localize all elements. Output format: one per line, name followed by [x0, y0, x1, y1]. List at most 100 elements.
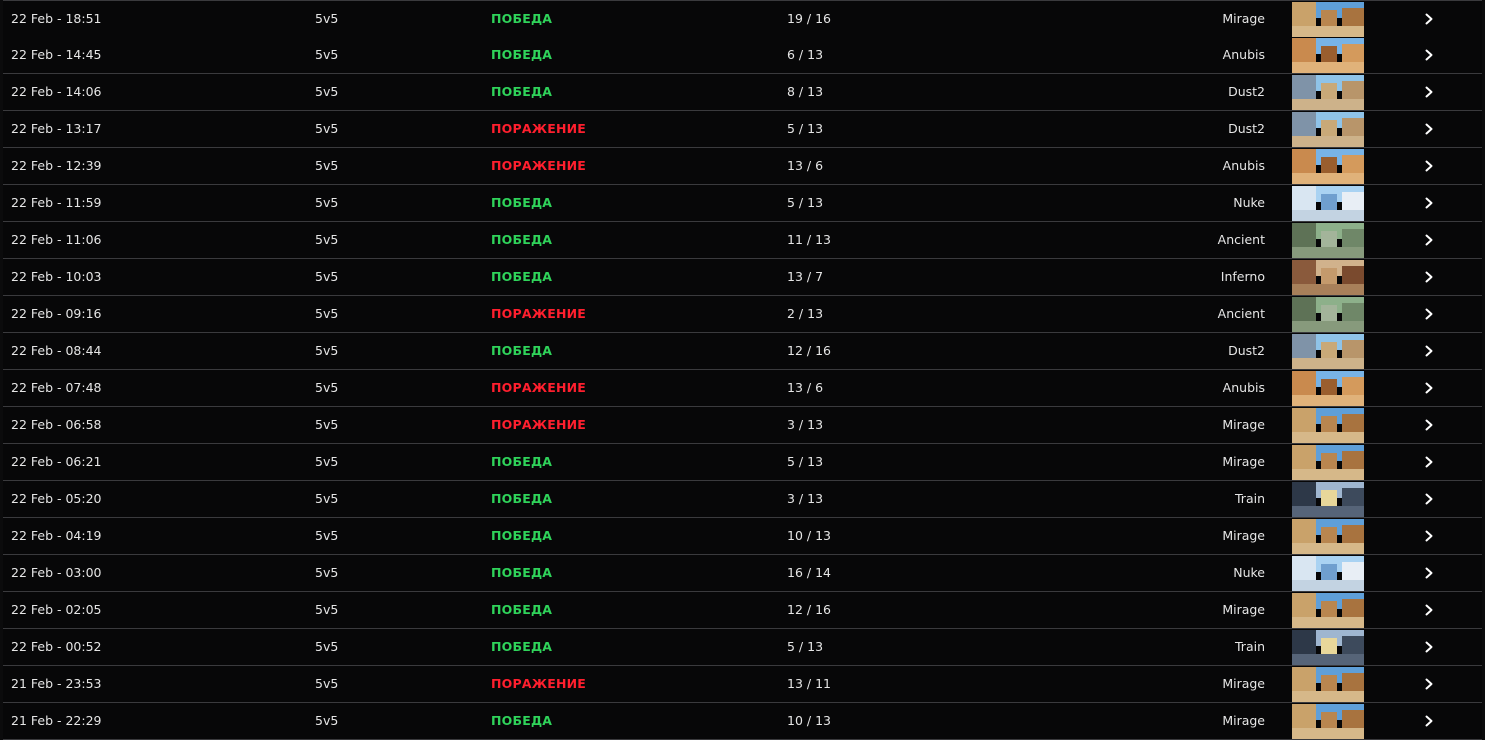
map-thumbnail: [1292, 112, 1364, 147]
match-row[interactable]: 22 Feb - 06:21 5v5 ПОБЕДА 5 / 13 Mirage: [3, 444, 1482, 481]
chevron-right-icon[interactable]: [1419, 111, 1439, 147]
match-row[interactable]: 21 Feb - 22:29 5v5 ПОБЕДА 10 / 13 Mirage: [3, 703, 1482, 740]
match-score: 19 / 16: [787, 11, 831, 26]
match-score: 6 / 13: [787, 47, 824, 62]
match-mode: 5v5: [315, 158, 339, 173]
chevron-right-icon[interactable]: [1419, 444, 1439, 480]
chevron-right-icon[interactable]: [1419, 333, 1439, 369]
map-name: Anubis: [1222, 47, 1265, 62]
match-date: 22 Feb - 05:20: [11, 491, 102, 506]
match-result: ПОБЕДА: [491, 602, 553, 617]
match-date: 22 Feb - 14:06: [11, 84, 102, 99]
match-mode: 5v5: [315, 380, 339, 395]
match-result: ПОБЕДА: [491, 713, 553, 728]
match-date: 22 Feb - 07:48: [11, 380, 102, 395]
chevron-right-icon[interactable]: [1419, 518, 1439, 554]
match-result: ПОБЕДА: [491, 528, 553, 543]
match-row[interactable]: 22 Feb - 09:16 5v5 ПОРАЖЕНИЕ 2 / 13 Anci…: [3, 296, 1482, 333]
map-thumbnail: [1292, 186, 1364, 221]
match-date: 22 Feb - 09:16: [11, 306, 102, 321]
match-result: ПОБЕДА: [491, 47, 553, 62]
match-row[interactable]: 22 Feb - 11:59 5v5 ПОБЕДА 5 / 13 Nuke: [3, 185, 1482, 222]
match-row[interactable]: 22 Feb - 07:48 5v5 ПОРАЖЕНИЕ 13 / 6 Anub…: [3, 370, 1482, 407]
map-thumbnail: [1292, 297, 1364, 332]
match-row[interactable]: 22 Feb - 06:58 5v5 ПОРАЖЕНИЕ 3 / 13 Mira…: [3, 407, 1482, 444]
match-row[interactable]: 22 Feb - 03:00 5v5 ПОБЕДА 16 / 14 Nuke: [3, 555, 1482, 592]
map-name: Train: [1235, 639, 1265, 654]
match-date: 22 Feb - 12:39: [11, 158, 102, 173]
match-row[interactable]: 21 Feb - 23:53 5v5 ПОРАЖЕНИЕ 13 / 11 Mir…: [3, 666, 1482, 703]
chevron-right-icon[interactable]: [1419, 481, 1439, 517]
match-mode: 5v5: [315, 195, 339, 210]
match-row[interactable]: 22 Feb - 14:06 5v5 ПОБЕДА 8 / 13 Dust2: [3, 74, 1482, 111]
match-row[interactable]: 22 Feb - 10:03 5v5 ПОБЕДА 13 / 7 Inferno: [3, 259, 1482, 296]
match-mode: 5v5: [315, 47, 339, 62]
chevron-right-icon[interactable]: [1419, 185, 1439, 221]
match-row[interactable]: 22 Feb - 18:51 5v5 ПОБЕДА 19 / 16 Mirage: [3, 0, 1482, 38]
map-thumbnail: [1292, 223, 1364, 258]
chevron-right-icon[interactable]: [1419, 555, 1439, 591]
map-name: Dust2: [1228, 84, 1265, 99]
match-score: 8 / 13: [787, 84, 824, 99]
map-thumbnail: [1292, 408, 1364, 443]
chevron-right-icon[interactable]: [1419, 259, 1439, 295]
match-mode: 5v5: [315, 454, 339, 469]
match-result: ПОБЕДА: [491, 343, 553, 358]
match-result: ПОБЕДА: [491, 639, 553, 654]
match-mode: 5v5: [315, 343, 339, 358]
match-mode: 5v5: [315, 639, 339, 654]
chevron-right-icon[interactable]: [1419, 1, 1439, 37]
match-row[interactable]: 22 Feb - 14:45 5v5 ПОБЕДА 6 / 13 Anubis: [3, 37, 1482, 74]
chevron-right-icon[interactable]: [1419, 37, 1439, 73]
match-score: 5 / 13: [787, 195, 824, 210]
map-name: Inferno: [1220, 269, 1265, 284]
chevron-right-icon[interactable]: [1419, 629, 1439, 665]
chevron-right-icon[interactable]: [1419, 703, 1439, 739]
chevron-right-icon[interactable]: [1419, 666, 1439, 702]
match-result: ПОРАЖЕНИЕ: [491, 158, 587, 173]
match-row[interactable]: 22 Feb - 11:06 5v5 ПОБЕДА 11 / 13 Ancien…: [3, 222, 1482, 259]
chevron-right-icon[interactable]: [1419, 370, 1439, 406]
chevron-right-icon[interactable]: [1419, 407, 1439, 443]
match-date: 22 Feb - 02:05: [11, 602, 102, 617]
map-name: Anubis: [1222, 158, 1265, 173]
match-score: 12 / 16: [787, 343, 831, 358]
match-score: 5 / 13: [787, 639, 824, 654]
chevron-right-icon[interactable]: [1419, 296, 1439, 332]
match-row[interactable]: 22 Feb - 08:44 5v5 ПОБЕДА 12 / 16 Dust2: [3, 333, 1482, 370]
map-name: Mirage: [1222, 417, 1265, 432]
match-result: ПОРАЖЕНИЕ: [491, 676, 587, 691]
match-mode: 5v5: [315, 84, 339, 99]
match-date: 21 Feb - 22:29: [11, 713, 102, 728]
map-name: Mirage: [1222, 676, 1265, 691]
match-score: 11 / 13: [787, 232, 831, 247]
map-thumbnail: [1292, 149, 1364, 184]
map-thumbnail: [1292, 482, 1364, 517]
match-row[interactable]: 22 Feb - 02:05 5v5 ПОБЕДА 12 / 16 Mirage: [3, 592, 1482, 629]
match-row[interactable]: 22 Feb - 05:20 5v5 ПОБЕДА 3 / 13 Train: [3, 481, 1482, 518]
match-date: 22 Feb - 06:21: [11, 454, 102, 469]
match-date: 22 Feb - 03:00: [11, 565, 102, 580]
match-mode: 5v5: [315, 417, 339, 432]
match-row[interactable]: 22 Feb - 13:17 5v5 ПОРАЖЕНИЕ 5 / 13 Dust…: [3, 111, 1482, 148]
map-thumbnail: [1292, 519, 1364, 554]
chevron-right-icon[interactable]: [1419, 222, 1439, 258]
match-row[interactable]: 22 Feb - 04:19 5v5 ПОБЕДА 10 / 13 Mirage: [3, 518, 1482, 555]
chevron-right-icon[interactable]: [1419, 74, 1439, 110]
match-row[interactable]: 22 Feb - 00:52 5v5 ПОБЕДА 5 / 13 Train: [3, 629, 1482, 666]
map-thumbnail: [1292, 371, 1364, 406]
match-result: ПОБЕДА: [491, 11, 553, 26]
map-thumbnail: [1292, 556, 1364, 591]
map-name: Anubis: [1222, 380, 1265, 395]
map-name: Train: [1235, 491, 1265, 506]
chevron-right-icon[interactable]: [1419, 592, 1439, 628]
chevron-right-icon[interactable]: [1419, 148, 1439, 184]
match-score: 10 / 13: [787, 528, 831, 543]
match-mode: 5v5: [315, 602, 339, 617]
map-name: Ancient: [1217, 306, 1265, 321]
map-name: Dust2: [1228, 121, 1265, 136]
match-score: 13 / 7: [787, 269, 824, 284]
match-result: ПОБЕДА: [491, 491, 553, 506]
map-name: Mirage: [1222, 713, 1265, 728]
match-row[interactable]: 22 Feb - 12:39 5v5 ПОРАЖЕНИЕ 13 / 6 Anub…: [3, 148, 1482, 185]
